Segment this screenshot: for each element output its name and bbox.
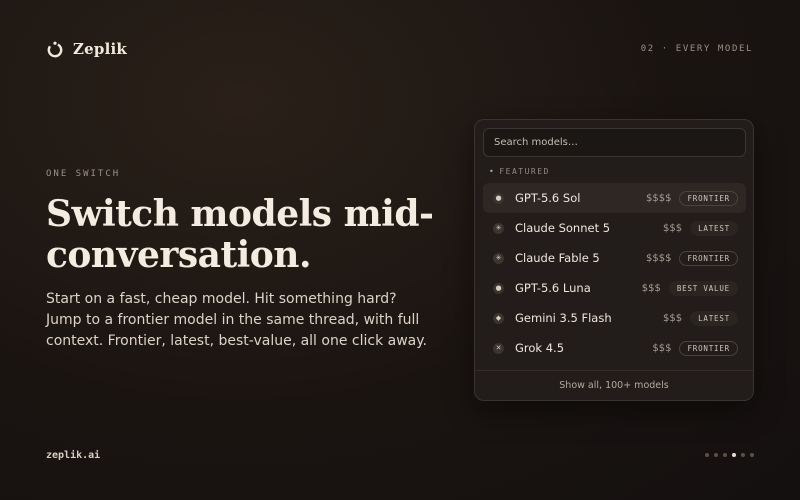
eyebrow: ONE SWITCH <box>46 169 121 179</box>
model-picker: Search models… • FEATURED ● GPT-5.6 Sol $… <box>474 119 754 401</box>
model-row[interactable]: ✳ Claude Fable 5 $$$$ FRONTIER <box>483 243 746 273</box>
model-price: $$$ <box>663 222 683 234</box>
pager-dot[interactable] <box>741 453 745 457</box>
brand-name: Zeplik <box>73 40 127 58</box>
pager-dot-active[interactable] <box>732 453 736 457</box>
asterisk-icon: ✳ <box>493 222 504 234</box>
model-list: ● GPT-5.6 Sol $$$$ FRONTIER ✳ Claude Son… <box>483 183 746 363</box>
footer-url[interactable]: zeplik.ai <box>46 450 100 461</box>
model-row[interactable]: ✕ Grok 4.5 $$$ FRONTIER <box>483 333 746 363</box>
power-ring-icon <box>46 40 64 58</box>
pager-dot[interactable] <box>714 453 718 457</box>
model-name: Grok 4.5 <box>515 341 565 355</box>
model-row[interactable]: ✳ Claude Sonnet 5 $$$ LATEST <box>483 213 746 243</box>
model-badge: FRONTIER <box>679 340 738 356</box>
model-row[interactable]: ● GPT-5.6 Luna $$$ BEST VALUE <box>483 273 746 303</box>
model-price: $$$ <box>641 282 661 294</box>
search-input[interactable]: Search models… <box>483 128 746 157</box>
section-tag: 02 · EVERY MODEL <box>640 44 753 54</box>
group-label-text: FEATURED <box>499 167 550 176</box>
filled-circle-icon: ● <box>493 192 504 204</box>
pager-dot[interactable] <box>705 453 709 457</box>
body-copy: Start on a fast, cheap model. Hit someth… <box>46 291 427 349</box>
model-price: $$$ <box>663 312 683 324</box>
model-name: Claude Sonnet 5 <box>515 221 611 235</box>
model-row[interactable]: ● GPT-5.6 Sol $$$$ FRONTIER <box>483 183 746 213</box>
model-name: GPT-5.6 Luna <box>515 281 591 295</box>
filled-circle-icon: ● <box>493 282 504 294</box>
dot-icon: • <box>489 167 496 176</box>
brand[interactable]: Zeplik <box>46 40 127 58</box>
model-name: GPT-5.6 Sol <box>515 191 581 205</box>
model-badge: LATEST <box>690 220 738 236</box>
show-all-link[interactable]: Show all, 100+ models <box>475 370 753 401</box>
diamond-icon: ◆ <box>493 312 504 324</box>
headline: Switch models mid-conversation. <box>46 193 434 276</box>
model-badge: FRONTIER <box>679 250 738 266</box>
pager-dot[interactable] <box>750 453 754 457</box>
model-row[interactable]: ◆ Gemini 3.5 Flash $$$ LATEST <box>483 303 746 333</box>
model-price: $$$ <box>652 342 672 354</box>
pager <box>705 453 754 457</box>
model-price: $$$$ <box>646 252 672 264</box>
model-badge: FRONTIER <box>679 190 738 206</box>
group-label: • FEATURED <box>489 167 550 176</box>
model-price: $$$$ <box>646 192 672 204</box>
model-name: Claude Fable 5 <box>515 251 600 265</box>
asterisk-icon: ✳ <box>493 252 504 264</box>
x-icon: ✕ <box>493 342 504 354</box>
pager-dot[interactable] <box>723 453 727 457</box>
model-badge: LATEST <box>690 310 738 326</box>
model-badge: BEST VALUE <box>668 280 738 296</box>
model-name: Gemini 3.5 Flash <box>515 311 612 325</box>
